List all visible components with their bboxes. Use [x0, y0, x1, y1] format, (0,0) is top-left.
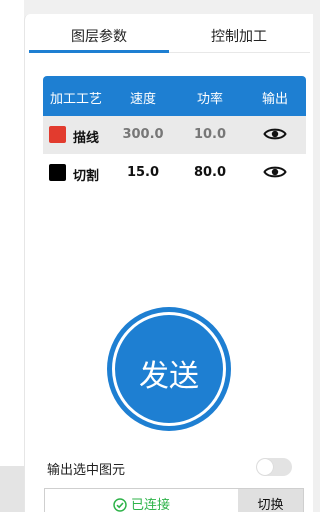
switch-button[interactable]: 切换: [238, 489, 303, 512]
header-speed: 速度: [129, 92, 156, 107]
left-gutter-bottom: [0, 466, 24, 512]
layer-speed[interactable]: 300.0: [115, 127, 171, 142]
send-button[interactable]: 发送: [107, 307, 231, 431]
tab-control-process[interactable]: 控制加工: [169, 26, 309, 46]
table-row[interactable]: 切割 15.0 80.0: [43, 154, 306, 192]
layer-name: 描线: [73, 131, 100, 146]
table-header: 加工工艺 速度 功率 输出: [43, 76, 306, 116]
connection-bar: 已连接 切换: [44, 488, 304, 512]
panel-tabs: 图层参数 控制加工: [25, 14, 314, 54]
connection-status-text: 已连接: [130, 498, 170, 512]
layer-panel: 图层参数 控制加工 加工工艺 速度 功率 输出 描线 300.0 10.0 切割…: [24, 14, 313, 512]
layer-color-swatch[interactable]: [49, 164, 66, 181]
active-tab-indicator: [29, 50, 169, 53]
layer-table: 加工工艺 速度 功率 输出 描线 300.0 10.0 切割 15.0 80.0: [43, 76, 306, 192]
header-process: 加工工艺: [49, 92, 102, 107]
layer-color-swatch[interactable]: [49, 126, 66, 143]
layer-power[interactable]: 80.0: [179, 165, 241, 180]
header-output: 输出: [261, 92, 288, 107]
connection-status: 已连接: [45, 489, 238, 512]
layer-name: 切割: [73, 169, 100, 184]
send-button-label: 发送: [139, 359, 199, 394]
check-circle-icon: [113, 498, 127, 512]
header-power: 功率: [196, 92, 223, 107]
toggle-knob: [257, 459, 273, 475]
layer-power[interactable]: 10.0: [179, 127, 241, 142]
eye-icon[interactable]: [247, 126, 303, 144]
layer-speed[interactable]: 15.0: [115, 165, 171, 180]
table-row[interactable]: 描线 300.0 10.0: [43, 116, 306, 154]
tab-layer-params[interactable]: 图层参数: [29, 26, 169, 46]
eye-icon[interactable]: [247, 164, 303, 182]
output-selected-label: 输出选中图元: [47, 463, 126, 478]
left-gutter: [0, 0, 24, 512]
output-selected-toggle[interactable]: [256, 458, 292, 476]
